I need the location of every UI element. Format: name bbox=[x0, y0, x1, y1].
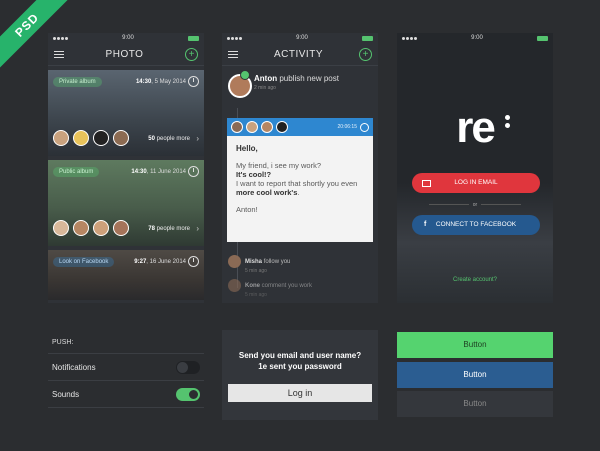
clock-icon bbox=[188, 76, 199, 87]
activity-item[interactable]: Misha follow you 5 min ago bbox=[228, 255, 290, 274]
clock-icon bbox=[188, 166, 199, 177]
avatar bbox=[113, 130, 129, 146]
album-card[interactable]: Public album 14:30, 11 June 2014 78 peop… bbox=[48, 160, 204, 246]
album-label: Private album bbox=[53, 77, 102, 87]
album-card[interactable]: Private album 14:30, 5 May 2014 50 peopl… bbox=[48, 70, 204, 156]
avatar bbox=[228, 279, 241, 292]
add-icon[interactable]: + bbox=[358, 47, 372, 61]
post-badge-icon bbox=[240, 70, 250, 80]
activity-text: Anton publish new post bbox=[254, 74, 339, 83]
page-title: ACTIVITY bbox=[273, 48, 323, 60]
menu-icon[interactable] bbox=[228, 50, 238, 58]
app-logo: re bbox=[456, 103, 496, 152]
mail-icon bbox=[422, 180, 431, 187]
connect-facebook-button[interactable]: f CONNECT TO FACEBOOK bbox=[412, 215, 540, 235]
avatar bbox=[276, 121, 288, 133]
status-bar: 9:00 bbox=[222, 33, 378, 43]
avatar bbox=[246, 121, 258, 133]
signal-icon bbox=[53, 36, 68, 40]
notifications-row: Notifications bbox=[48, 353, 204, 380]
sounds-label: Sounds bbox=[52, 389, 80, 399]
push-settings: PUSH: Notifications Sounds bbox=[48, 330, 204, 451]
message-body: Hello, My friend, i see my work? It's co… bbox=[236, 144, 358, 214]
avatar bbox=[228, 255, 241, 268]
city-background bbox=[397, 183, 553, 303]
activity-navbar: ACTIVITY + bbox=[222, 43, 378, 66]
notifications-label: Notifications bbox=[52, 362, 96, 372]
avatar bbox=[73, 130, 89, 146]
photo-screen: 9:00 PHOTO + Private album 14:30, 5 May … bbox=[48, 33, 204, 303]
album-date: 9:27, 16 June 2014 bbox=[134, 259, 186, 265]
battery-icon bbox=[537, 35, 548, 41]
avatar bbox=[73, 220, 89, 236]
status-time: 9:00 bbox=[122, 35, 134, 41]
battery-icon bbox=[188, 35, 199, 41]
message-card-header: 20:06:15 bbox=[227, 118, 373, 136]
sounds-row: Sounds bbox=[48, 380, 204, 408]
signal-icon bbox=[402, 36, 417, 40]
album-date: 14:30, 5 May 2014 bbox=[135, 79, 186, 85]
status-time: 9:00 bbox=[471, 35, 483, 41]
activity-item[interactable]: Kone comment you work 5 min ago bbox=[228, 279, 312, 298]
sounds-toggle[interactable] bbox=[176, 387, 200, 401]
signal-icon bbox=[227, 36, 242, 40]
log-in-button[interactable]: Log in bbox=[228, 384, 372, 402]
or-divider: or bbox=[397, 202, 553, 208]
avatar bbox=[113, 220, 129, 236]
notifications-toggle[interactable] bbox=[176, 360, 200, 374]
message-card[interactable]: 20:06:15 Hello, My friend, i see my work… bbox=[227, 118, 373, 242]
blue-button[interactable]: Button bbox=[397, 362, 553, 388]
facebook-icon: f bbox=[424, 221, 427, 228]
green-button[interactable]: Button bbox=[397, 332, 553, 358]
page-title: PHOTO bbox=[105, 48, 144, 60]
avatar bbox=[93, 220, 109, 236]
reset-message: Send you email and user name? 1e sent yo… bbox=[238, 351, 362, 371]
avatar bbox=[53, 220, 69, 236]
password-reset-panel: Send you email and user name? 1e sent yo… bbox=[222, 330, 378, 420]
dark-button[interactable]: Button bbox=[397, 391, 553, 417]
create-account-link[interactable]: Create account? bbox=[397, 277, 553, 283]
album-label: Look on Facebook bbox=[53, 257, 115, 267]
menu-icon[interactable] bbox=[54, 50, 64, 58]
avatar bbox=[93, 130, 109, 146]
photo-navbar: PHOTO + bbox=[48, 43, 204, 66]
clock-icon bbox=[360, 123, 369, 132]
activity-screen: 9:00 ACTIVITY + Anton publish new post 2… bbox=[222, 33, 378, 303]
push-title: PUSH: bbox=[52, 339, 74, 346]
login-screen: 9:00 re LOG IN EMAIL or f CONNECT TO FAC… bbox=[397, 33, 553, 303]
people-count: 50 people more bbox=[148, 136, 190, 142]
status-time: 9:00 bbox=[296, 35, 308, 41]
add-icon[interactable]: + bbox=[184, 47, 198, 61]
album-label: Public album bbox=[53, 167, 100, 177]
avatar bbox=[53, 130, 69, 146]
login-email-button[interactable]: LOG IN EMAIL bbox=[412, 173, 540, 193]
avatar-group bbox=[53, 130, 129, 146]
status-bar: 9:00 bbox=[397, 33, 553, 43]
message-time: 20:06:15 bbox=[337, 124, 357, 130]
album-card[interactable]: Look on Facebook 9:27, 16 June 2014 bbox=[48, 250, 204, 300]
chevron-right-icon[interactable]: › bbox=[196, 224, 199, 233]
avatar bbox=[231, 121, 243, 133]
chevron-right-icon[interactable]: › bbox=[196, 134, 199, 143]
status-bar: 9:00 bbox=[48, 33, 204, 43]
clock-icon bbox=[188, 256, 199, 267]
activity-time: 2 min ago bbox=[254, 85, 276, 91]
battery-icon bbox=[362, 35, 373, 41]
logo-dots-icon bbox=[505, 115, 510, 131]
avatar-group bbox=[53, 220, 129, 236]
activity-post[interactable]: Anton publish new post 2 min ago bbox=[222, 66, 378, 98]
avatar bbox=[261, 121, 273, 133]
people-count: 78 people more bbox=[148, 226, 190, 232]
album-date: 14:30, 11 June 2014 bbox=[131, 169, 186, 175]
